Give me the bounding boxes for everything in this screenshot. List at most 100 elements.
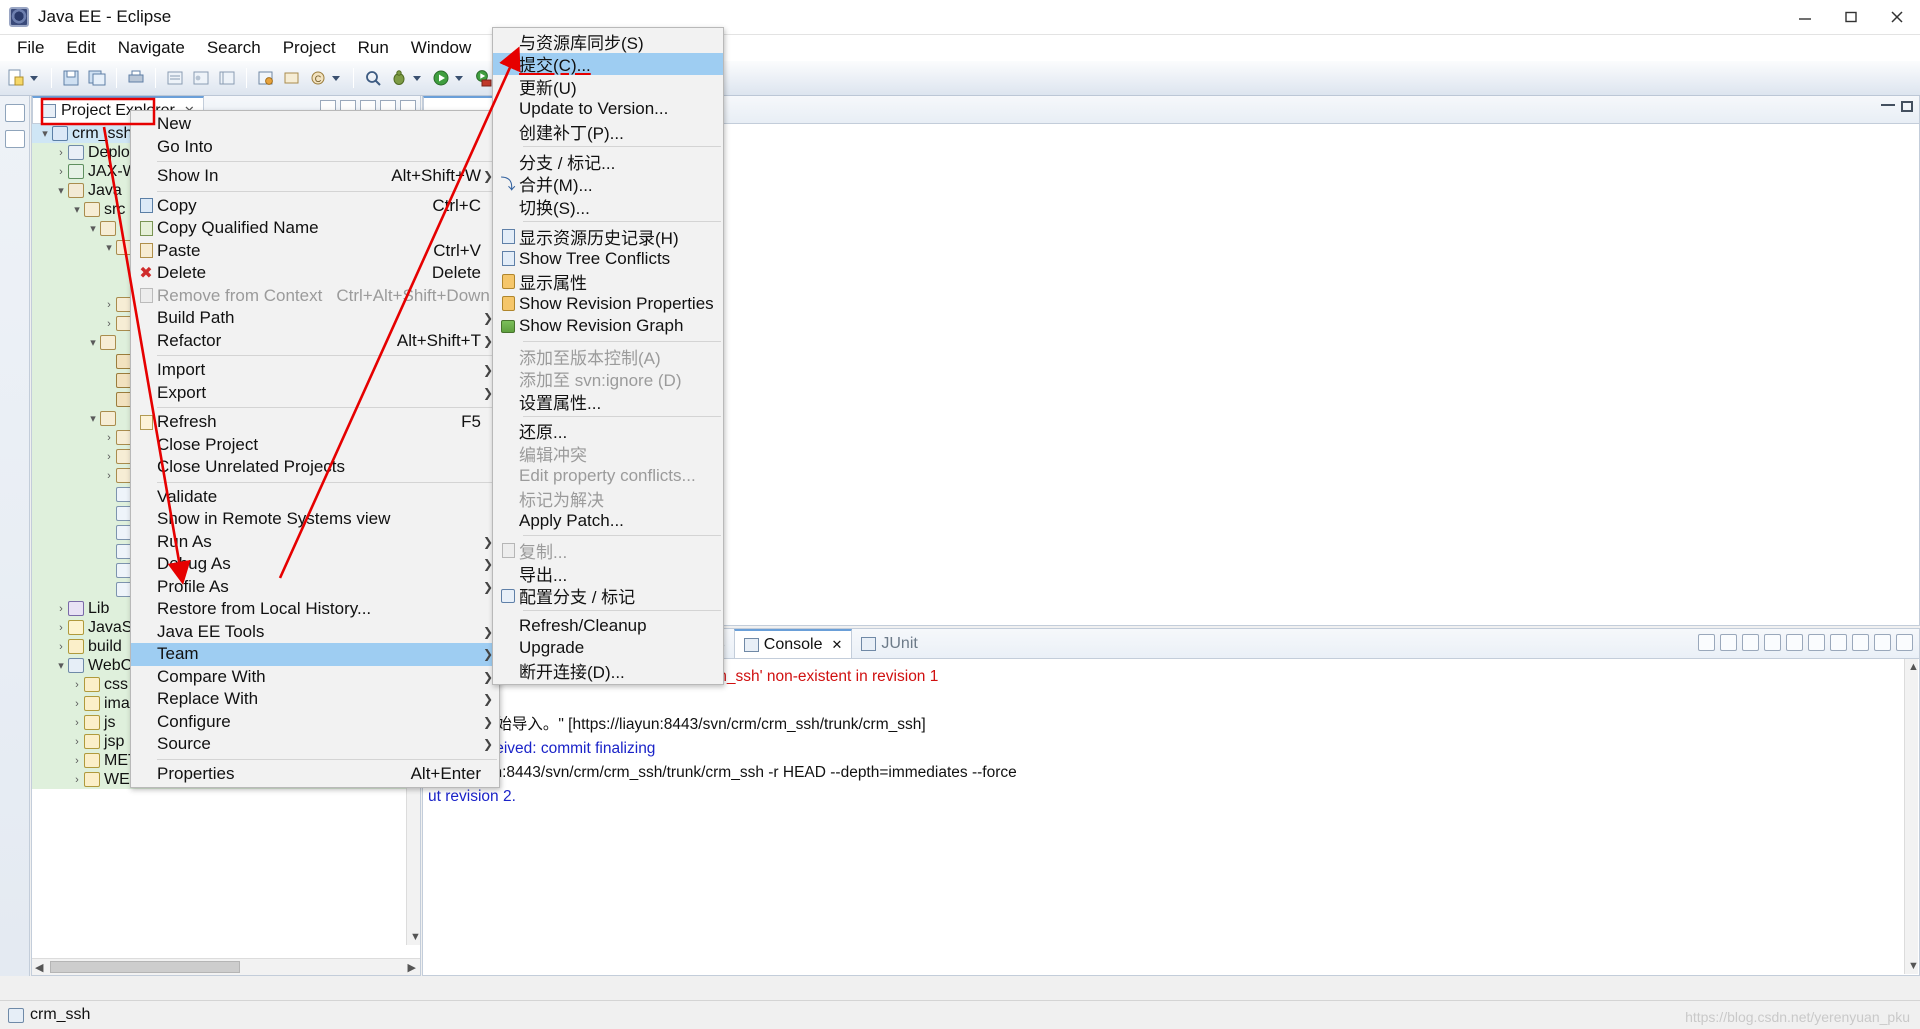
chevron-right-icon[interactable]: › bbox=[54, 166, 68, 178]
chevron-down-icon[interactable]: ▾ bbox=[54, 184, 68, 197]
menu-file[interactable]: File bbox=[6, 36, 55, 60]
scroll-down-icon[interactable]: ▼ bbox=[410, 931, 421, 943]
chevron-down-icon[interactable]: ▾ bbox=[86, 222, 100, 235]
chevron-down-icon[interactable]: ▾ bbox=[54, 659, 68, 672]
chevron-right-icon[interactable]: › bbox=[102, 318, 116, 330]
menu-run[interactable]: Run bbox=[347, 36, 400, 60]
menu-item[interactable]: Upgrade bbox=[493, 637, 723, 660]
menu-item[interactable]: ✖ Delete Delete bbox=[131, 262, 499, 285]
chevron-right-icon[interactable]: › bbox=[70, 679, 84, 691]
console-tab[interactable]: JUnit bbox=[852, 629, 926, 658]
save-all-button[interactable] bbox=[85, 65, 109, 92]
scroll-lock-icon[interactable] bbox=[1786, 634, 1803, 651]
chevron-down-icon[interactable]: ▾ bbox=[86, 336, 100, 349]
print-button[interactable] bbox=[124, 65, 148, 92]
minimize-button[interactable] bbox=[1782, 0, 1828, 35]
terminate-icon[interactable] bbox=[1698, 634, 1715, 651]
chevron-down-icon[interactable]: ▾ bbox=[70, 203, 84, 216]
open-console-icon[interactable] bbox=[1852, 634, 1869, 651]
menu-edit[interactable]: Edit bbox=[55, 36, 106, 60]
menu-item[interactable]: Profile As ❯ bbox=[131, 576, 499, 599]
scroll-left-icon[interactable]: ◀ bbox=[35, 961, 43, 974]
menu-item[interactable]: Show Revision Graph bbox=[493, 315, 723, 338]
chevron-right-icon[interactable]: › bbox=[54, 147, 68, 159]
debug-button[interactable] bbox=[387, 65, 427, 92]
search-button[interactable] bbox=[361, 65, 385, 92]
menu-item[interactable]: Import ❯ bbox=[131, 359, 499, 382]
run-button[interactable] bbox=[429, 65, 469, 92]
menu-item[interactable]: Compare With ❯ bbox=[131, 666, 499, 689]
close-button[interactable] bbox=[1874, 0, 1920, 35]
menu-item[interactable]: 还原... bbox=[493, 420, 723, 442]
menu-item[interactable]: Restore from Local History... bbox=[131, 598, 499, 621]
menu-item[interactable]: 更新(U) bbox=[493, 75, 723, 98]
menu-item[interactable]: ⤵ 合并(M)... bbox=[493, 173, 723, 195]
menu-item[interactable]: 断开连接(D)... bbox=[493, 659, 723, 682]
close-icon[interactable]: ✕ bbox=[831, 637, 842, 653]
chevron-right-icon[interactable]: › bbox=[70, 717, 84, 729]
menu-item[interactable]: 切换(S)... bbox=[493, 195, 723, 218]
maximize-editor-icon[interactable] bbox=[1901, 101, 1913, 112]
chevron-right-icon[interactable]: › bbox=[102, 451, 116, 463]
menu-item[interactable]: Close Unrelated Projects bbox=[131, 456, 499, 479]
menu-item[interactable]: Configure ❯ bbox=[131, 711, 499, 734]
chevron-right-icon[interactable]: › bbox=[70, 698, 84, 710]
new-wizard-button[interactable] bbox=[4, 65, 44, 92]
pin-console-icon[interactable] bbox=[1808, 634, 1825, 651]
chevron-down-icon[interactable]: ▾ bbox=[86, 412, 100, 425]
chevron-right-icon[interactable]: › bbox=[70, 736, 84, 748]
menu-item[interactable]: 显示资源历史记录(H) bbox=[493, 225, 723, 248]
console-tab[interactable]: Console ✕ bbox=[733, 629, 853, 658]
menu-project[interactable]: Project bbox=[272, 36, 347, 60]
menu-item[interactable]: Show Revision Properties bbox=[493, 293, 723, 316]
maximize-button[interactable] bbox=[1828, 0, 1874, 35]
menu-item[interactable]: Properties Alt+Enter bbox=[131, 763, 499, 786]
chevron-down-icon[interactable] bbox=[455, 75, 463, 81]
menu-item[interactable]: Export ❯ bbox=[131, 382, 499, 405]
explorer-horizontal-scrollbar[interactable]: ◀ ▶ bbox=[32, 958, 420, 975]
menu-item[interactable]: Replace With ❯ bbox=[131, 688, 499, 711]
remove-launch-icon[interactable] bbox=[1720, 634, 1737, 651]
maximize-console-icon[interactable] bbox=[1896, 634, 1913, 651]
scroll-right-icon[interactable]: ▶ bbox=[408, 961, 416, 974]
menu-item[interactable]: Update to Version... bbox=[493, 98, 723, 121]
toggle-ruler-button[interactable] bbox=[215, 65, 239, 92]
menu-search[interactable]: Search bbox=[196, 36, 272, 60]
new-class-button[interactable]: C bbox=[306, 65, 346, 92]
menu-item[interactable]: 设置属性... bbox=[493, 390, 723, 413]
chevron-right-icon[interactable]: › bbox=[102, 470, 116, 482]
chevron-right-icon[interactable]: › bbox=[102, 432, 116, 444]
menu-item[interactable]: Debug As ❯ bbox=[131, 553, 499, 576]
menu-item[interactable]: Validate bbox=[131, 486, 499, 509]
menu-item[interactable]: Refresh/Cleanup bbox=[493, 614, 723, 637]
chevron-down-icon[interactable] bbox=[332, 75, 340, 81]
minimize-editor-icon[interactable] bbox=[1881, 103, 1895, 106]
menu-item[interactable]: Team ❯ bbox=[131, 643, 499, 666]
chevron-right-icon[interactable]: › bbox=[70, 755, 84, 767]
menu-item[interactable]: Copy Qualified Name bbox=[131, 217, 499, 240]
menu-item[interactable]: Run As ❯ bbox=[131, 531, 499, 554]
clear-console-icon[interactable] bbox=[1764, 634, 1781, 651]
menu-item[interactable]: 配置分支 / 标记 bbox=[493, 585, 723, 607]
menu-item[interactable]: 导出... bbox=[493, 562, 723, 585]
chevron-down-icon[interactable] bbox=[413, 75, 421, 81]
project-explorer-minimized-icon[interactable] bbox=[4, 130, 25, 148]
chevron-right-icon[interactable]: › bbox=[102, 299, 116, 311]
menu-item[interactable]: Show in Remote Systems view bbox=[131, 508, 499, 531]
console-output[interactable]: ps://liayun:8443/svn/crm/crm_ssh/trunk/c… bbox=[424, 659, 1904, 974]
scroll-thumb[interactable] bbox=[50, 961, 240, 973]
console-vertical-scrollbar[interactable]: ▲ ▼ bbox=[1904, 659, 1919, 974]
menu-item[interactable]: Refresh F5 bbox=[131, 411, 499, 434]
menu-item[interactable]: Java EE Tools ❯ bbox=[131, 621, 499, 644]
menu-item[interactable]: Apply Patch... bbox=[493, 510, 723, 533]
team-submenu[interactable]: 与资源库同步(S) 提交(C)... 更新(U) Update to Version.… bbox=[492, 27, 724, 686]
minimize-console-icon[interactable] bbox=[1874, 634, 1891, 651]
display-console-icon[interactable] bbox=[1830, 634, 1847, 651]
menu-window[interactable]: Window bbox=[400, 36, 482, 60]
scroll-up-icon[interactable]: ▲ bbox=[1908, 661, 1919, 673]
chevron-right-icon[interactable]: › bbox=[54, 622, 68, 634]
menu-item[interactable]: Source ❯ bbox=[131, 733, 499, 756]
menu-item[interactable]: Show Tree Conflicts bbox=[493, 247, 723, 270]
toggle-breakpoint-button[interactable] bbox=[189, 65, 213, 92]
menu-item[interactable]: 创建补丁(P)... bbox=[493, 120, 723, 143]
